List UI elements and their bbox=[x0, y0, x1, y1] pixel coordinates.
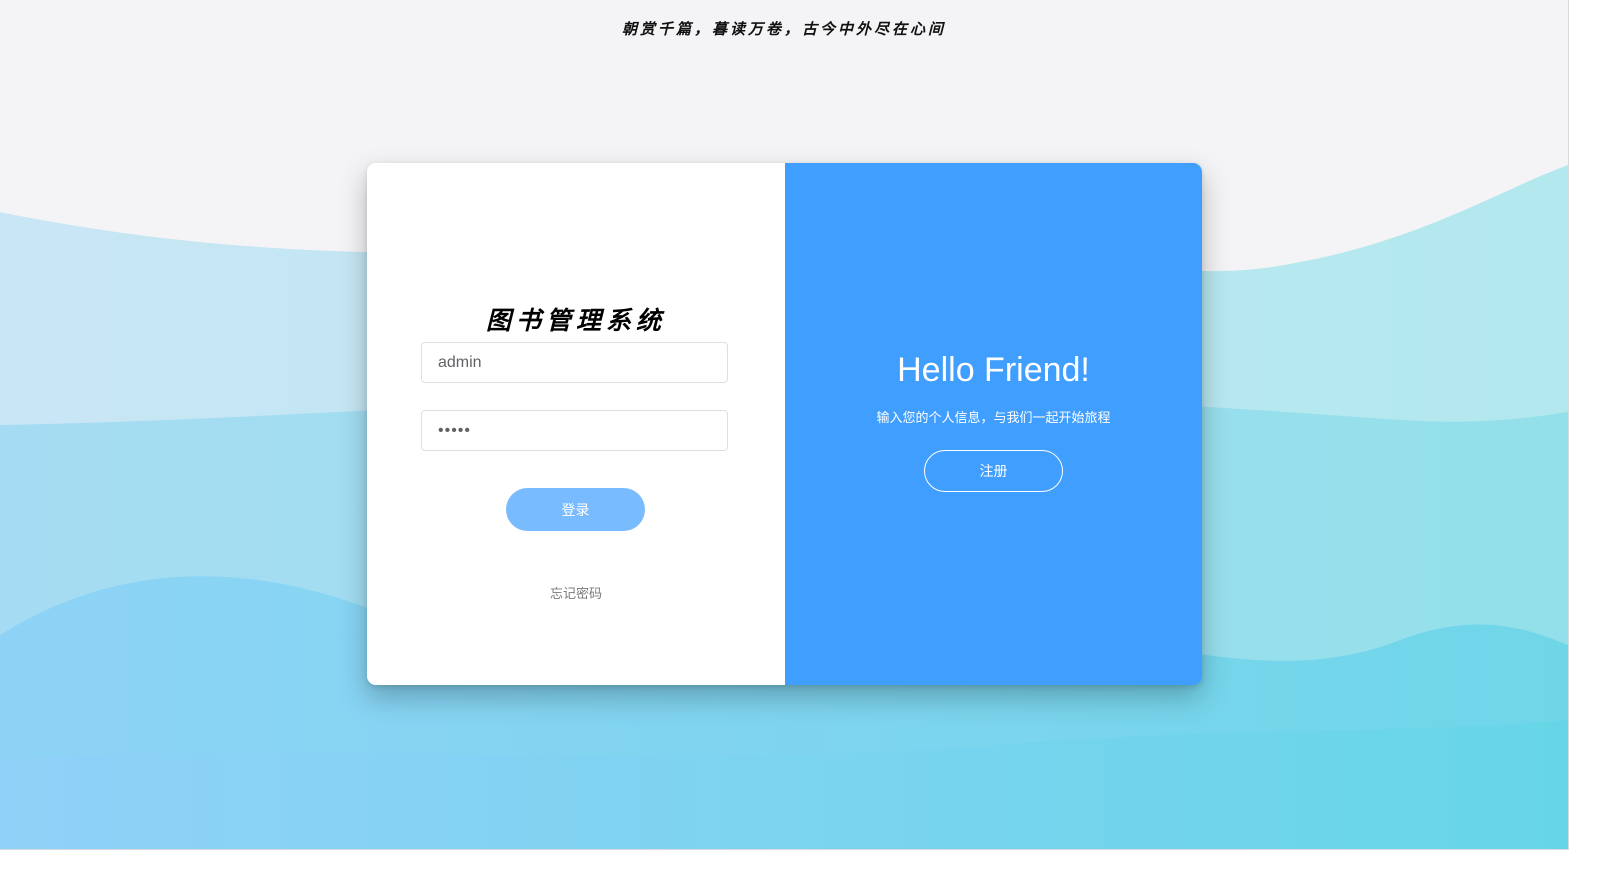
forgot-password-link[interactable]: 忘记密码 bbox=[367, 583, 785, 602]
system-title: 图书管理系统 bbox=[485, 306, 666, 335]
register-button[interactable]: 注册 bbox=[924, 450, 1063, 492]
login-button[interactable]: 登录 bbox=[506, 488, 645, 531]
login-card: 图书管理系统 登录 忘记密码 Hello Friend! 输入您的个人信息，与我… bbox=[367, 163, 1202, 685]
username-input[interactable] bbox=[421, 342, 728, 383]
welcome-subtitle: 输入您的个人信息，与我们一起开始旅程 bbox=[876, 411, 1111, 426]
login-panel: 图书管理系统 登录 忘记密码 bbox=[367, 163, 785, 685]
welcome-heading: Hello Friend! bbox=[897, 351, 1090, 389]
page-tagline: 朝赏千篇，暮读万卷，古今中外尽在心间 bbox=[621, 20, 946, 38]
welcome-panel: Hello Friend! 输入您的个人信息，与我们一起开始旅程 注册 bbox=[785, 163, 1202, 685]
password-input[interactable] bbox=[421, 410, 728, 451]
login-page: 朝赏千篇，暮读万卷，古今中外尽在心间 图书管理系统 登录 忘记密码 Hello … bbox=[0, 0, 1569, 850]
